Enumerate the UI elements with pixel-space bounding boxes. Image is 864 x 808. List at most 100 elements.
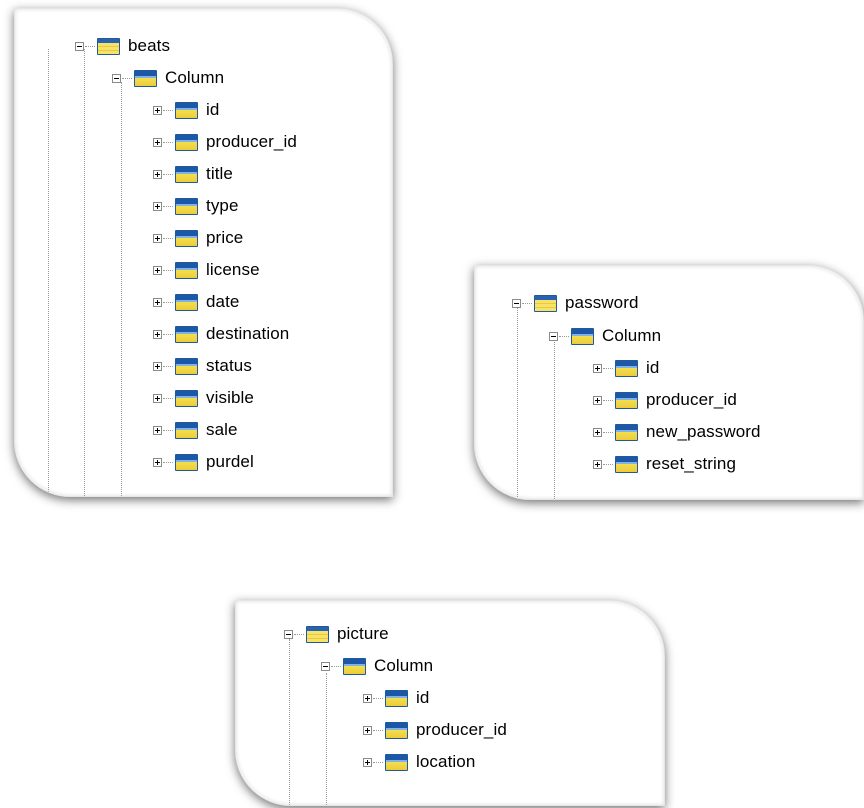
tree-node-table[interactable]: beats bbox=[75, 31, 170, 61]
tree-connector bbox=[163, 173, 173, 175]
tree-node-column[interactable]: price bbox=[153, 223, 243, 253]
tree-node-column[interactable]: license bbox=[153, 255, 260, 285]
column-group-label: Column bbox=[165, 68, 225, 87]
plus-icon[interactable] bbox=[153, 457, 162, 467]
minus-icon[interactable] bbox=[512, 298, 521, 308]
column-name: id bbox=[206, 100, 220, 119]
column-icon bbox=[175, 293, 198, 311]
plus-icon[interactable] bbox=[363, 693, 372, 703]
column-name: visible bbox=[206, 388, 254, 407]
tree-connector bbox=[559, 335, 569, 337]
tree-node-column[interactable]: producer_id bbox=[153, 127, 297, 157]
tree-connector bbox=[85, 45, 95, 47]
tree-node-column[interactable]: purdel bbox=[153, 447, 254, 477]
column-name: id bbox=[646, 358, 660, 377]
table-name: picture bbox=[337, 624, 389, 643]
tree-connector bbox=[522, 302, 532, 304]
plus-icon[interactable] bbox=[153, 425, 162, 435]
tree-connector bbox=[603, 367, 613, 369]
column-name: reset_string bbox=[646, 454, 737, 473]
minus-icon[interactable] bbox=[112, 73, 121, 83]
tree-guide-line bbox=[121, 82, 122, 496]
tree-node-column-group[interactable]: Column bbox=[549, 321, 661, 351]
tree-connector bbox=[163, 461, 173, 463]
tree-node-column[interactable]: id bbox=[363, 683, 429, 713]
column-group-label: Column bbox=[602, 326, 662, 345]
schema-tree: picture Column id producer_id location bbox=[236, 601, 664, 805]
tree-guide-line bbox=[84, 49, 85, 496]
column-icon bbox=[175, 325, 198, 343]
column-group-label: Column bbox=[374, 656, 434, 675]
minus-icon[interactable] bbox=[549, 331, 558, 341]
column-name: location bbox=[416, 752, 476, 771]
plus-icon[interactable] bbox=[153, 201, 162, 211]
plus-icon[interactable] bbox=[153, 329, 162, 339]
tree-connector bbox=[163, 301, 173, 303]
column-icon bbox=[175, 197, 198, 215]
plus-icon[interactable] bbox=[153, 361, 162, 371]
column-icon bbox=[385, 689, 408, 707]
column-icon bbox=[615, 455, 638, 473]
tree-node-column[interactable]: id bbox=[153, 95, 219, 125]
tree-node-column[interactable]: location bbox=[363, 747, 475, 777]
tree-node-column[interactable]: status bbox=[153, 351, 252, 381]
tree-node-column[interactable]: type bbox=[153, 191, 239, 221]
plus-icon[interactable] bbox=[153, 297, 162, 307]
plus-icon[interactable] bbox=[593, 363, 602, 373]
minus-icon[interactable] bbox=[284, 629, 293, 639]
schema-tree: password Column id producer_id new_passw… bbox=[475, 266, 863, 499]
tree-node-column[interactable]: producer_id bbox=[593, 385, 737, 415]
tree-connector bbox=[163, 205, 173, 207]
tree-node-column-group[interactable]: Column bbox=[112, 63, 224, 93]
minus-icon[interactable] bbox=[75, 41, 84, 51]
plus-icon[interactable] bbox=[593, 459, 602, 469]
plus-icon[interactable] bbox=[363, 725, 372, 735]
tree-connector bbox=[163, 333, 173, 335]
tree-node-column[interactable]: visible bbox=[153, 383, 254, 413]
column-icon bbox=[175, 165, 198, 183]
tree-panel-beats: beats Column id producer_id title type p… bbox=[14, 8, 393, 497]
tree-node-column[interactable]: date bbox=[153, 287, 240, 317]
tree-panel-password: password Column id producer_id new_passw… bbox=[474, 265, 864, 500]
column-name: producer_id bbox=[206, 132, 297, 151]
minus-icon[interactable] bbox=[321, 661, 330, 671]
tree-node-column[interactable]: sale bbox=[153, 415, 238, 445]
tree-connector bbox=[603, 399, 613, 401]
tree-connector bbox=[373, 697, 383, 699]
plus-icon[interactable] bbox=[153, 233, 162, 243]
plus-icon[interactable] bbox=[593, 395, 602, 405]
table-name: password bbox=[565, 293, 639, 312]
tree-node-table[interactable]: password bbox=[512, 288, 639, 318]
tree-node-column[interactable]: id bbox=[593, 353, 659, 383]
column-name: producer_id bbox=[646, 390, 737, 409]
column-icon bbox=[615, 423, 638, 441]
plus-icon[interactable] bbox=[153, 265, 162, 275]
column-group-icon bbox=[134, 69, 157, 87]
plus-icon[interactable] bbox=[363, 757, 372, 767]
table-name: beats bbox=[128, 36, 171, 55]
plus-icon[interactable] bbox=[153, 393, 162, 403]
tree-guide-line bbox=[48, 49, 49, 496]
plus-icon[interactable] bbox=[153, 137, 162, 147]
column-name: type bbox=[206, 196, 239, 215]
plus-icon[interactable] bbox=[153, 105, 162, 115]
tree-connector bbox=[373, 761, 383, 763]
tree-node-column[interactable]: title bbox=[153, 159, 233, 189]
tree-connector bbox=[163, 269, 173, 271]
plus-icon[interactable] bbox=[153, 169, 162, 179]
tree-guide-line bbox=[554, 342, 555, 499]
tree-node-column[interactable]: new_password bbox=[593, 417, 761, 447]
tree-node-column-group[interactable]: Column bbox=[321, 651, 433, 681]
table-icon bbox=[534, 294, 557, 312]
column-name: destination bbox=[206, 324, 290, 343]
tree-node-column[interactable]: producer_id bbox=[363, 715, 507, 745]
tree-guide-line bbox=[326, 673, 327, 805]
column-name: sale bbox=[206, 420, 238, 439]
plus-icon[interactable] bbox=[593, 427, 602, 437]
tree-node-table[interactable]: picture bbox=[284, 619, 389, 649]
column-icon bbox=[385, 753, 408, 771]
column-icon bbox=[175, 421, 198, 439]
tree-node-column[interactable]: destination bbox=[153, 319, 289, 349]
tree-node-column[interactable]: reset_string bbox=[593, 449, 736, 479]
tree-connector bbox=[163, 109, 173, 111]
